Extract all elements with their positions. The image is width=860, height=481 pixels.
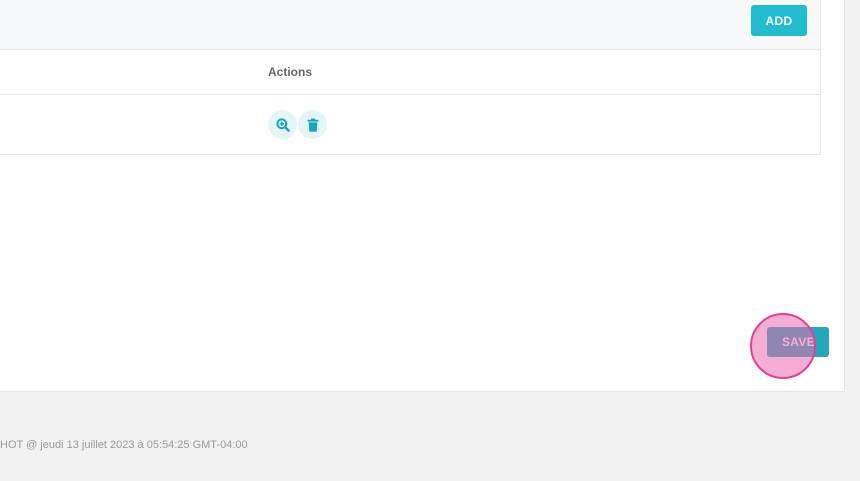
view-button[interactable] <box>268 110 297 139</box>
table-panel: ADD Actions <box>0 0 821 155</box>
table-toolbar: ADD <box>0 0 820 50</box>
footer-timestamp: HOT @ jeudi 13 juillet 2023 à 05:54:25 G… <box>0 439 248 451</box>
save-button[interactable]: SAVE <box>767 327 829 357</box>
zoom-in-icon <box>275 117 290 132</box>
table-header-row: Actions <box>0 50 820 95</box>
trash-icon <box>307 118 319 132</box>
delete-button[interactable] <box>298 110 327 139</box>
column-header-actions: Actions <box>268 65 313 79</box>
table-row <box>0 95 820 154</box>
content-card: ADD Actions SAVE <box>0 0 845 392</box>
add-button[interactable]: ADD <box>751 5 807 36</box>
